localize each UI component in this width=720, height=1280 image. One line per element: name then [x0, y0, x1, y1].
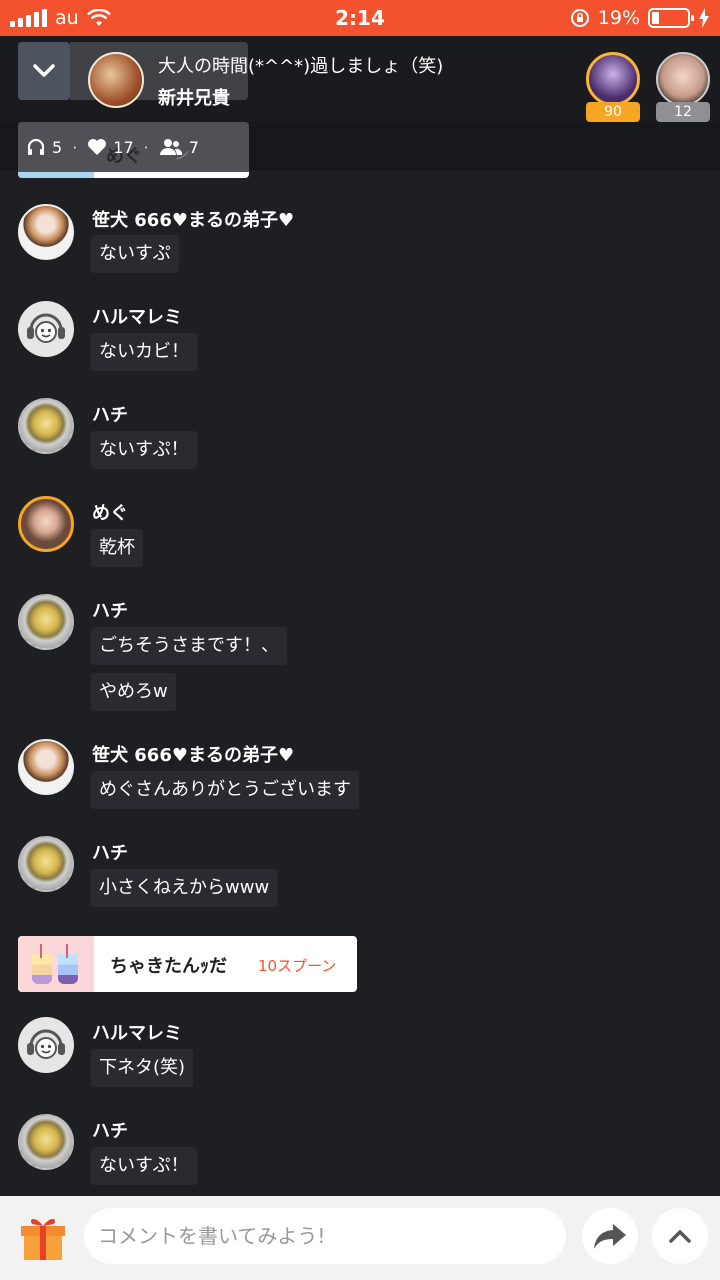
collapse-button[interactable]	[18, 42, 70, 100]
message-bubble[interactable]: 乾杯	[91, 529, 143, 567]
live-header: 大人の時間(*^^*)過しましょ（笑) 新井兄貴 90 12	[0, 36, 720, 122]
avatar[interactable]	[18, 594, 74, 650]
heart-icon	[88, 139, 107, 155]
message-bubble[interactable]: ないすぷ	[91, 235, 179, 273]
avatar[interactable]	[18, 398, 74, 454]
scroll-up-button[interactable]	[652, 1208, 708, 1264]
chevron-down-icon	[33, 64, 55, 77]
rotation-lock-icon	[570, 9, 589, 27]
gift-amount: 10スプーン	[258, 957, 337, 975]
avatar	[656, 52, 710, 106]
comment-bar	[0, 1196, 720, 1280]
avatar[interactable]	[18, 301, 74, 357]
message-bubble[interactable]: ごちそうさまです！、	[91, 627, 287, 665]
avatar[interactable]	[18, 1114, 74, 1170]
headphones-icon	[27, 138, 45, 155]
gift-button[interactable]	[18, 1214, 68, 1262]
username[interactable]: ハチ	[92, 1117, 128, 1143]
gift-banner[interactable]: ちゃきたんｯだ 10スプーン	[18, 936, 357, 992]
status-bar: au 2:14 19%	[0, 0, 720, 36]
host-avatar[interactable]	[88, 52, 144, 108]
share-arrow-icon	[594, 1224, 626, 1249]
message-bubble[interactable]: ないすぷ！	[91, 1147, 197, 1185]
top-listener-1[interactable]: 90	[586, 52, 640, 122]
listener-badge: 12	[656, 102, 710, 122]
battery-percent: 19%	[597, 7, 640, 29]
listener-count: 5	[52, 137, 63, 157]
username[interactable]: 笹犬 666♥まるの弟子♥	[92, 206, 294, 232]
headset-face-icon	[27, 313, 65, 343]
share-button[interactable]	[582, 1208, 638, 1264]
avatar[interactable]	[18, 1017, 74, 1073]
username[interactable]: ハルマレミ	[92, 303, 182, 329]
live-stats: 5 · 17 · 7	[26, 132, 199, 162]
bubble-tea-icon	[18, 936, 94, 992]
username[interactable]: めぐ	[92, 499, 128, 525]
message-bubble[interactable]: ないカビ！	[91, 333, 197, 371]
username[interactable]: ハルマレミ	[92, 1019, 182, 1045]
like-count: 17	[113, 137, 134, 157]
comment-input[interactable]	[84, 1208, 566, 1264]
username[interactable]: ハチ	[92, 401, 128, 427]
avatar[interactable]	[18, 204, 74, 260]
charging-bolt-icon	[699, 8, 709, 28]
gift-box-icon	[21, 1219, 65, 1260]
username[interactable]: ハチ	[92, 839, 128, 865]
listener-badge: 90	[586, 102, 640, 122]
top-listener-2[interactable]: 12	[656, 52, 710, 122]
username[interactable]: 笹犬 666♥まるの弟子♥	[92, 741, 294, 767]
battery-icon	[648, 8, 694, 28]
members-icon	[159, 139, 182, 155]
avatar	[586, 52, 640, 106]
gift-sender: ちゃきたんｯだ	[110, 956, 227, 977]
avatar[interactable]	[18, 496, 74, 552]
member-count: 7	[188, 137, 199, 157]
message-bubble[interactable]: 小さくねえからwww	[91, 869, 278, 907]
message-bubble[interactable]: めぐさんありがとうございます	[91, 771, 359, 809]
message-bubble[interactable]: やめろw	[91, 673, 176, 711]
message-bubble[interactable]: ないすぷ！	[91, 431, 197, 469]
chevron-up-icon	[669, 1230, 691, 1243]
live-title: 大人の時間(*^^*)過しましょ（笑)	[158, 56, 444, 77]
avatar[interactable]	[18, 739, 74, 795]
username[interactable]: ハチ	[92, 597, 128, 623]
avatar[interactable]	[18, 836, 74, 892]
message-bubble[interactable]: 下ネタ(笑)	[91, 1049, 194, 1087]
host-name[interactable]: 新井兄貴	[158, 84, 230, 110]
headset-face-icon	[27, 1029, 65, 1059]
